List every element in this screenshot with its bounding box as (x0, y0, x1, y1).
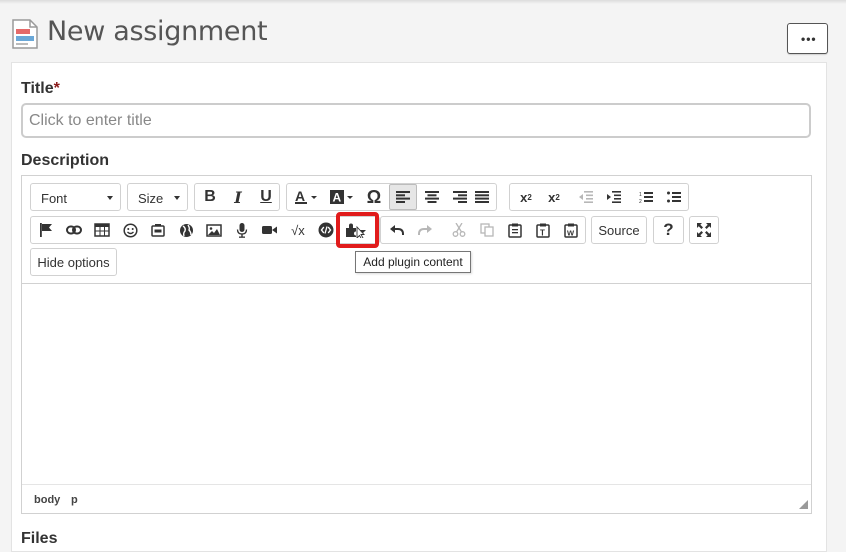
microphone-icon[interactable] (228, 217, 256, 243)
format-group: B I U (194, 183, 280, 211)
list-group: x2 x2 12 (509, 183, 689, 211)
equation-icon[interactable]: √x (284, 217, 312, 243)
size-combo[interactable]: Size (127, 183, 188, 211)
path-body[interactable]: body (34, 494, 60, 506)
text-color-icon[interactable]: A (289, 184, 323, 210)
paste-icon[interactable] (501, 217, 529, 243)
align-left-icon[interactable] (389, 184, 417, 210)
paste-word-icon[interactable]: W (557, 217, 585, 243)
svg-text:A: A (333, 191, 342, 205)
rich-text-editor: Font Size B I U A A Ω x 2 x 2 1 2 √x T W… (21, 175, 812, 514)
svg-text:W: W (567, 228, 575, 237)
align-center-icon[interactable] (418, 184, 446, 210)
editor-content-area[interactable] (22, 284, 811, 484)
title-label: Title* (21, 80, 60, 97)
svg-text:A: A (295, 189, 305, 204)
description-label: Description (21, 152, 110, 169)
globe-icon[interactable] (172, 217, 200, 243)
special-character-icon[interactable]: Ω (360, 184, 388, 210)
cut-icon[interactable] (445, 217, 473, 243)
page-title: New assignment (47, 16, 268, 47)
italic-button[interactable]: I (224, 184, 252, 210)
emoticon-icon[interactable] (116, 217, 144, 243)
more-dots: ••• (801, 32, 817, 46)
flag-icon[interactable] (32, 217, 60, 243)
subscript-icon[interactable]: x2 (512, 184, 540, 210)
title-input[interactable] (21, 103, 811, 138)
video-icon[interactable] (256, 217, 284, 243)
indent-icon[interactable] (600, 184, 628, 210)
redo-icon[interactable] (411, 217, 439, 243)
align-justify-icon[interactable] (468, 184, 496, 210)
paste-text-icon[interactable]: T (529, 217, 557, 243)
insert-group: √x (30, 216, 380, 244)
background-color-icon[interactable]: A (325, 184, 359, 210)
font-combo[interactable]: Font (30, 183, 121, 211)
style-group: A A Ω (286, 183, 497, 211)
required-mark: * (53, 80, 60, 97)
editor-statusbar: body p (22, 484, 811, 513)
assignment-icon (12, 19, 38, 49)
more-actions-button[interactable]: ••• (787, 23, 828, 54)
underline-button[interactable]: U (252, 184, 280, 210)
table-icon[interactable] (88, 217, 116, 243)
plugin-tooltip: Add plugin content (355, 251, 471, 273)
maximize-icon[interactable] (689, 216, 719, 244)
edit-group: T W (380, 216, 586, 244)
help-button[interactable]: ? (653, 216, 684, 244)
svg-text:1: 1 (639, 192, 642, 198)
top-shadow (0, 0, 846, 4)
bold-button[interactable]: B (196, 184, 224, 210)
files-label: Files (21, 530, 58, 547)
superscript-icon[interactable]: x2 (540, 184, 568, 210)
image-icon[interactable] (200, 217, 228, 243)
source-button[interactable]: Source (591, 216, 647, 244)
bullet-list-icon[interactable] (660, 184, 688, 210)
hide-options-button[interactable]: Hide options (30, 248, 117, 276)
media-embed-icon[interactable] (144, 217, 172, 243)
svg-text:2: 2 (639, 199, 642, 203)
path-p[interactable]: p (71, 494, 78, 506)
numbered-list-icon[interactable]: 12 (632, 184, 660, 210)
outdent-icon[interactable] (572, 184, 600, 210)
copy-icon[interactable] (473, 217, 501, 243)
undo-icon[interactable] (383, 217, 411, 243)
link-icon[interactable] (60, 217, 88, 243)
resize-grip-icon[interactable] (799, 500, 808, 509)
svg-text:T: T (540, 228, 545, 237)
plugin-button-highlight (336, 212, 379, 248)
